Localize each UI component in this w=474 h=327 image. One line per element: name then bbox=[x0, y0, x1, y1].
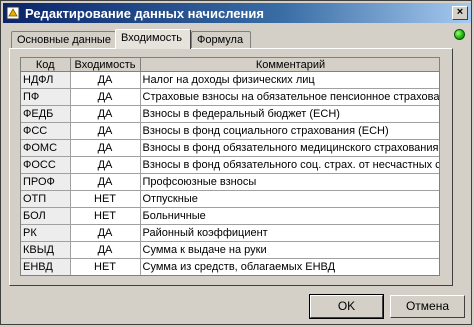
cell-comment[interactable]: Страховые взносы на обязательное пенсион… bbox=[140, 88, 439, 106]
cell-comment[interactable]: Взносы в фонд социального страхования (Е… bbox=[140, 122, 439, 140]
tab-inclusion[interactable]: Входимость bbox=[115, 29, 191, 49]
table-row[interactable]: ПРОФ ДА Профсоюзные взносы bbox=[21, 173, 439, 191]
title-bar[interactable]: Редактирование данных начисления × bbox=[3, 3, 471, 23]
cell-inclusion[interactable]: ДА bbox=[70, 241, 141, 259]
table-row[interactable]: ЕНВД НЕТ Сумма из средств, облагаемых ЕНВД bbox=[21, 258, 439, 275]
cell-inclusion[interactable]: ДА bbox=[70, 122, 141, 140]
cell-code[interactable]: ПРОФ bbox=[21, 173, 71, 191]
table-row[interactable]: ФОСС ДА Взносы в фонд обязательного соц. с… bbox=[21, 156, 439, 174]
cell-inclusion[interactable]: НЕТ bbox=[70, 190, 141, 208]
cell-inclusion[interactable]: ДА bbox=[70, 156, 141, 174]
cell-inclusion[interactable]: ДА bbox=[70, 224, 141, 242]
cell-code[interactable]: КВЫД bbox=[21, 241, 71, 259]
cell-code[interactable]: РК bbox=[21, 224, 71, 242]
tab-formula[interactable]: Формула bbox=[191, 31, 251, 48]
column-header-code[interactable]: Код bbox=[21, 58, 71, 72]
cell-comment[interactable]: Взносы в фонд обязательного соц. страх. … bbox=[140, 156, 439, 174]
cell-code[interactable]: ФСС bbox=[21, 122, 71, 140]
status-indicator-icon bbox=[454, 29, 465, 40]
cell-comment[interactable]: Больничные bbox=[140, 207, 439, 225]
cancel-button[interactable]: Отмена bbox=[390, 295, 465, 318]
table-row[interactable]: ФЕДБ ДА Взносы в федеральный бюджет (ЕСН) bbox=[21, 105, 439, 123]
table-row[interactable]: БОЛ НЕТ Больничные bbox=[21, 207, 439, 225]
cell-code[interactable]: БОЛ bbox=[21, 207, 71, 225]
table-row[interactable]: ПФ ДА Страховые взносы на обязательное пен… bbox=[21, 88, 439, 106]
table-row[interactable]: ОТП НЕТ Отпускные bbox=[21, 190, 439, 208]
cell-inclusion[interactable]: НЕТ bbox=[70, 258, 141, 275]
close-button[interactable]: × bbox=[452, 6, 468, 20]
cell-code[interactable]: ПФ bbox=[21, 88, 71, 106]
cell-comment[interactable]: Профсоюзные взносы bbox=[140, 173, 439, 191]
cell-comment[interactable]: Отпускные bbox=[140, 190, 439, 208]
ok-button[interactable]: OK bbox=[309, 294, 384, 319]
table-row[interactable]: РК ДА Районный коэффициент bbox=[21, 224, 439, 242]
cell-inclusion[interactable]: ДА bbox=[70, 139, 141, 157]
cell-inclusion[interactable]: ДА bbox=[70, 105, 141, 123]
table-row[interactable]: ФОМС ДА Взносы в фонд обязательного медици… bbox=[21, 139, 439, 157]
inclusion-grid[interactable]: Код Входимость Комментарий НДФЛ ДА Налог н… bbox=[20, 57, 440, 276]
cell-comment[interactable]: Взносы в фонд обязательного медицинского… bbox=[140, 139, 439, 157]
cell-inclusion[interactable]: ДА bbox=[70, 173, 141, 191]
table-header-row: Код Входимость Комментарий bbox=[21, 58, 439, 72]
table-row[interactable]: КВЫД ДА Сумма к выдаче на руки bbox=[21, 241, 439, 259]
table-row[interactable]: ФСС ДА Взносы в фонд социального страхован… bbox=[21, 122, 439, 140]
cell-code[interactable]: НДФЛ bbox=[21, 71, 71, 89]
dialog-window: Редактирование данных начисления × Основ… bbox=[0, 0, 472, 325]
window-title: Редактирование данных начисления bbox=[25, 6, 264, 21]
cell-comment[interactable]: Сумма к выдаче на руки bbox=[140, 241, 439, 259]
inclusion-table: Код Входимость Комментарий НДФЛ ДА Налог н… bbox=[21, 58, 439, 275]
cell-code[interactable]: ОТП bbox=[21, 190, 71, 208]
cell-comment[interactable]: Районный коэффициент bbox=[140, 224, 439, 242]
cell-code[interactable]: ФОСС bbox=[21, 156, 71, 174]
app-icon bbox=[6, 6, 20, 20]
table-body: НДФЛ ДА Налог на доходы физических лиц ПФ ДА… bbox=[21, 71, 439, 275]
cell-inclusion[interactable]: ДА bbox=[70, 71, 141, 89]
cell-comment[interactable]: Налог на доходы физических лиц bbox=[140, 71, 439, 89]
cell-comment[interactable]: Взносы в федеральный бюджет (ЕСН) bbox=[140, 105, 439, 123]
cell-code[interactable]: ЕНВД bbox=[21, 258, 71, 275]
cell-code[interactable]: ФЕДБ bbox=[21, 105, 71, 123]
cell-code[interactable]: ФОМС bbox=[21, 139, 71, 157]
column-header-comment[interactable]: Комментарий bbox=[140, 58, 439, 72]
cell-inclusion[interactable]: НЕТ bbox=[70, 207, 141, 225]
cell-comment[interactable]: Сумма из средств, облагаемых ЕНВД bbox=[140, 258, 439, 275]
table-row[interactable]: НДФЛ ДА Налог на доходы физических лиц bbox=[21, 71, 439, 89]
cell-inclusion[interactable]: ДА bbox=[70, 88, 141, 106]
tab-main-data[interactable]: Основные данные bbox=[11, 31, 116, 48]
column-header-inclusion[interactable]: Входимость bbox=[70, 58, 141, 72]
